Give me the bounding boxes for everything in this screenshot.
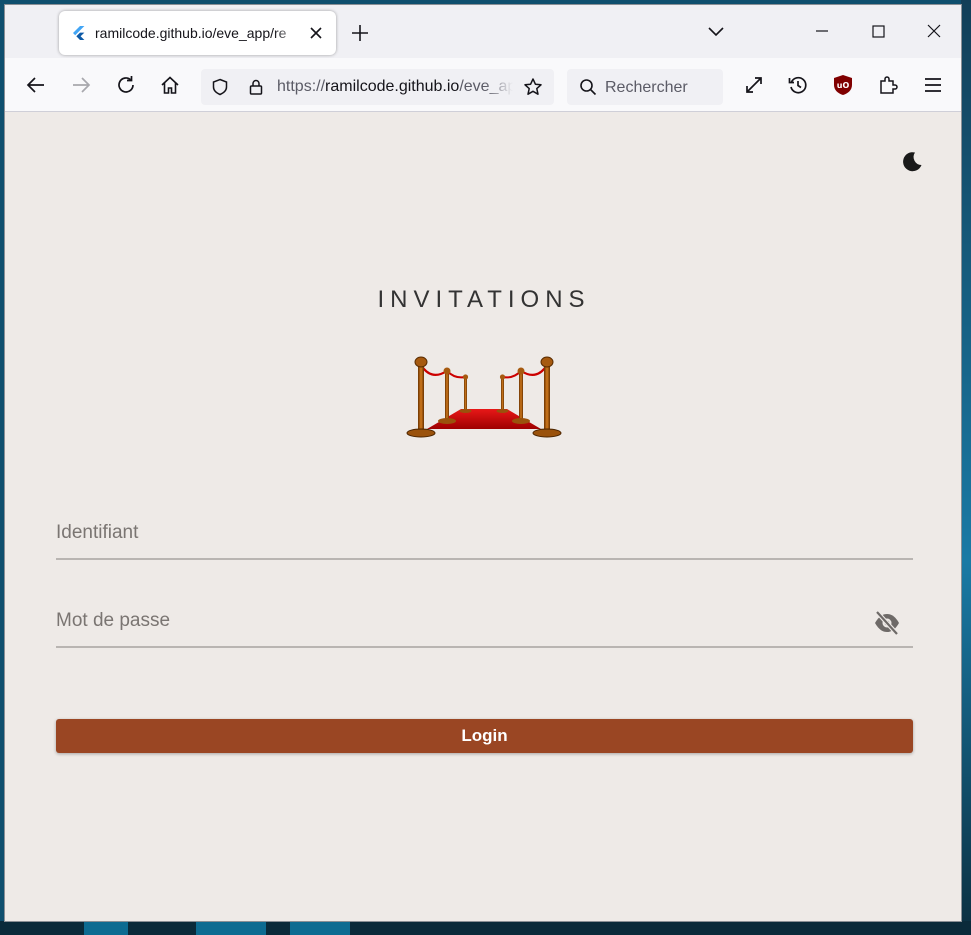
tab-bar: ramilcode.github.io/eve_app/re [5, 5, 961, 58]
url-text[interactable]: https://ramilcode.github.io/eve_app/ [277, 78, 513, 98]
url-bar[interactable]: https://ramilcode.github.io/eve_app/ [201, 69, 554, 105]
nav-toolbar: https://ramilcode.github.io/eve_app/ Rec… [5, 58, 961, 112]
desktop-edge [961, 0, 971, 935]
bookmark-star-icon[interactable] [523, 77, 543, 97]
desktop-bottom [0, 921, 971, 935]
lock-icon[interactable] [247, 78, 265, 96]
close-window-icon[interactable] [919, 19, 949, 43]
moon-icon[interactable] [900, 150, 924, 174]
password-input[interactable] [56, 598, 856, 644]
svg-text:uO: uO [837, 81, 850, 90]
tab-title: ramilcode.github.io/eve_app/re [95, 25, 287, 41]
login-button[interactable]: Login [56, 719, 913, 753]
close-tab-icon[interactable] [307, 24, 325, 42]
url-host: ramilcode.github.io [325, 78, 460, 95]
extensions-icon[interactable] [877, 74, 899, 96]
home-icon[interactable] [159, 74, 181, 96]
list-all-tabs-icon[interactable] [707, 25, 725, 39]
maximize-icon[interactable] [863, 19, 893, 43]
ublock-origin-icon[interactable]: uO [832, 74, 854, 96]
url-path: /eve_app/ [459, 78, 513, 95]
browser-window: ramilcode.github.io/eve_app/re https://r… [4, 4, 962, 922]
app-title: INVITATIONS [377, 286, 591, 313]
reload-icon[interactable] [115, 74, 137, 96]
password-field[interactable] [56, 598, 913, 648]
search-box[interactable]: Rechercher [567, 69, 723, 105]
username-field[interactable] [56, 510, 913, 560]
menu-icon[interactable] [922, 74, 944, 96]
history-icon[interactable] [787, 74, 809, 96]
back-icon[interactable] [25, 74, 47, 96]
active-tab[interactable]: ramilcode.github.io/eve_app/re [59, 11, 336, 55]
search-placeholder: Rechercher [605, 79, 688, 96]
fullscreen-icon[interactable] [743, 74, 765, 96]
url-scheme: https:// [277, 78, 326, 95]
username-input[interactable] [56, 510, 856, 556]
flutter-favicon-icon [73, 26, 85, 40]
forward-icon[interactable] [70, 74, 92, 96]
new-tab-icon[interactable] [351, 24, 369, 42]
search-icon [580, 79, 597, 96]
shield-icon[interactable] [211, 78, 229, 96]
minimize-icon[interactable] [807, 19, 837, 43]
red-carpet-logo [406, 356, 562, 438]
page-content: INVITATIONS Identifiant Login [5, 112, 961, 921]
eye-off-icon[interactable] [872, 610, 902, 636]
